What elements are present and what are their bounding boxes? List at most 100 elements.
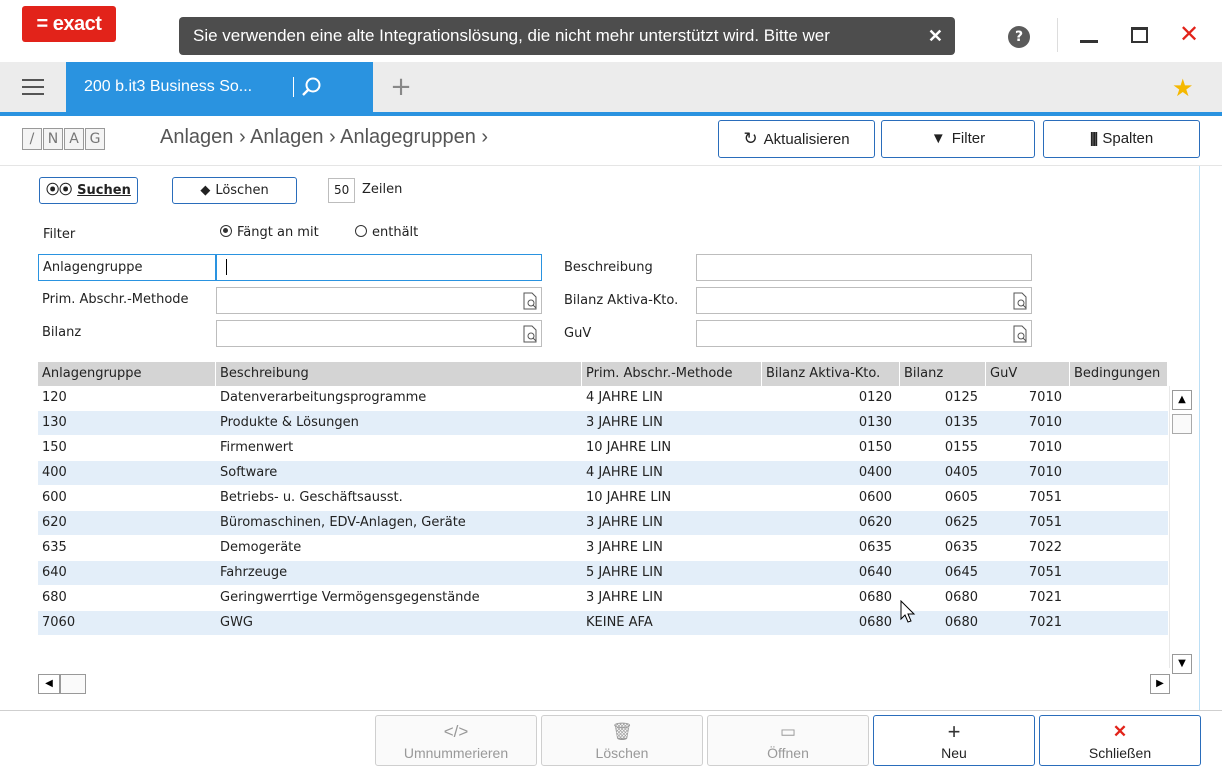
title-bar: = exact Sie verwenden eine alte Integrat…	[0, 0, 1222, 60]
breadcrumb-bar: / N A G Anlagen › Anlagen › Anlagegruppe…	[0, 116, 1222, 166]
table-cell: 0135	[944, 415, 978, 430]
menu-icon[interactable]	[22, 79, 44, 95]
hscroll-thumb[interactable]	[60, 674, 86, 694]
table-cell: 7010	[1028, 440, 1062, 455]
group-input[interactable]	[216, 254, 542, 281]
open-button[interactable]: ▭ Öffnen	[707, 715, 869, 766]
key-g[interactable]: G	[85, 128, 105, 150]
columns-button[interactable]: ||| Spalten	[1043, 120, 1200, 158]
tab-company[interactable]: 200 b.it3 Business So...	[66, 62, 373, 112]
method-input[interactable]	[216, 287, 542, 314]
table-row[interactable]: 600 Betriebs- u. Geschäftsausst. 10 JAHRE …	[38, 486, 1168, 510]
scroll-down-icon[interactable]: ▼	[1172, 654, 1192, 674]
scroll-right-icon[interactable]: ▶	[1150, 674, 1170, 694]
add-tab-button[interactable]: +	[386, 72, 416, 102]
text-cursor	[226, 259, 227, 275]
table-cell: 0635	[858, 540, 892, 555]
balance-input[interactable]	[216, 320, 542, 347]
lookup-icon[interactable]	[522, 292, 538, 310]
filter-button[interactable]: ▼ Filter	[881, 120, 1035, 158]
table-row[interactable]: 7060 GWG KEINE AFA 0680 0680 7021	[38, 611, 1168, 635]
table-header: Anlagengruppe Beschreibung Prim. Abschr.…	[38, 362, 1196, 386]
delete-button[interactable]: 🗑 Löschen	[541, 715, 703, 766]
table-cell	[1070, 486, 1168, 510]
table-cell: 3 JAHRE LIN	[586, 540, 663, 555]
table-row[interactable]: 400 Software 4 JAHRE LIN 0400 0405 7010	[38, 461, 1168, 485]
col-header-group[interactable]: Anlagengruppe	[38, 362, 216, 386]
notice-text: Sie verwenden eine alte Integrationslösu…	[193, 26, 830, 45]
search-button[interactable]: ⦿⦿ Suchen	[39, 177, 138, 204]
table-row[interactable]: 620 Büromaschinen, EDV-Anlagen, Geräte 3 J…	[38, 511, 1168, 535]
col-header-asset-account[interactable]: Bilanz Aktiva-Kto.	[762, 362, 900, 386]
table-cell: Demogeräte	[220, 540, 302, 555]
table-row[interactable]: 130 Produkte & Lösungen 3 JAHRE LIN 0130 013…	[38, 411, 1168, 435]
radio-starts-with[interactable]: Fängt an mit	[220, 225, 319, 240]
maximize-icon[interactable]	[1131, 27, 1148, 43]
horizontal-scrollbar[interactable]: ◀ ▶	[38, 672, 1194, 694]
key-n[interactable]: N	[43, 128, 63, 150]
table-cell: 0405	[944, 465, 978, 480]
table-cell: 7060	[42, 615, 76, 630]
refresh-button[interactable]: ↻ Aktualisieren	[718, 120, 875, 158]
clear-button[interactable]: ◆ Löschen	[172, 177, 297, 204]
scroll-up-icon[interactable]: ▲	[1172, 390, 1192, 410]
refresh-icon: ↻	[743, 129, 758, 148]
rows-count-field[interactable]: 50	[328, 178, 355, 203]
lookup-icon[interactable]	[1012, 325, 1028, 343]
vertical-scrollbar[interactable]: ▲ ▼	[1169, 386, 1194, 674]
description-input[interactable]	[696, 254, 1032, 281]
col-header-description[interactable]: Beschreibung	[216, 362, 582, 386]
window-close-icon[interactable]: ✕	[1179, 22, 1199, 46]
shortcut-keys: / N A G	[22, 128, 106, 150]
lookup-icon[interactable]	[1012, 292, 1028, 310]
delete-label: Löschen	[595, 745, 649, 761]
close-button[interactable]: ✕ Schließen	[1039, 715, 1201, 766]
table-row[interactable]: 120 Datenverarbeitungsprogramme 4 JAHRE LI…	[38, 386, 1168, 410]
window-divider	[1057, 18, 1058, 52]
col-header-method[interactable]: Prim. Abschr.-Methode	[582, 362, 762, 386]
pl-input[interactable]	[696, 320, 1032, 347]
help-icon[interactable]: ?	[1008, 26, 1030, 48]
new-button[interactable]: + Neu	[873, 715, 1035, 766]
table-cell: 7021	[1028, 615, 1062, 630]
radio-contains-dot	[355, 225, 367, 237]
col-header-pl[interactable]: GuV	[986, 362, 1070, 386]
table-cell: Fahrzeuge	[220, 565, 288, 580]
search-icon[interactable]	[300, 76, 322, 98]
scroll-thumb[interactable]	[1172, 414, 1192, 434]
scroll-left-icon[interactable]: ◀	[38, 674, 60, 694]
table-row[interactable]: 635 Demogeräte 3 JAHRE LIN 0635 0635 7022	[38, 536, 1168, 560]
action-bar: </> Umnummerieren 🗑 Löschen ▭ Öffnen + N…	[0, 710, 1222, 775]
mouse-pointer-icon	[900, 600, 916, 623]
col-header-balance[interactable]: Bilanz	[900, 362, 986, 386]
radio-contains[interactable]: enthält	[355, 225, 418, 240]
refresh-label: Aktualisieren	[763, 131, 850, 148]
minimize-icon[interactable]	[1080, 40, 1098, 43]
table-cell: 10 JAHRE LIN	[586, 490, 672, 505]
table-cell	[1070, 436, 1168, 460]
key-a[interactable]: A	[64, 128, 84, 150]
table-cell: 0680	[858, 615, 892, 630]
renumber-label: Umnummerieren	[403, 745, 509, 761]
table-cell	[1070, 511, 1168, 535]
favorite-star-icon[interactable]: ★	[1172, 74, 1194, 102]
table-cell: 0125	[944, 390, 978, 405]
table-row[interactable]: 680 Geringwerrtige Vermögensgegenstände 3 …	[38, 586, 1168, 610]
table-cell: 3 JAHRE LIN	[586, 590, 663, 605]
table-cell: 7051	[1028, 515, 1062, 530]
asset-account-input[interactable]	[696, 287, 1032, 314]
code-icon: </>	[443, 722, 469, 741]
lookup-icon[interactable]	[522, 325, 538, 343]
table-cell: 0620	[858, 515, 892, 530]
key-slash[interactable]: /	[22, 128, 42, 150]
notice-close-icon[interactable]: ✕	[928, 17, 943, 55]
table-cell: 0605	[944, 490, 978, 505]
table-cell	[1070, 611, 1168, 635]
table-cell: 7010	[1028, 465, 1062, 480]
content-panel: ⦿⦿ Suchen ◆ Löschen 50 Zeilen Filter Fängt…	[22, 166, 1200, 710]
table-row[interactable]: 640 Fahrzeuge 5 JAHRE LIN 0640 0645 7051	[38, 561, 1168, 585]
renumber-button[interactable]: </> Umnummerieren	[375, 715, 537, 766]
table-row[interactable]: 150 Firmenwert 10 JAHRE LIN 0150 0155 7010	[38, 436, 1168, 460]
col-header-conditions[interactable]: Bedingungen	[1070, 362, 1168, 386]
table-cell: 600	[42, 490, 67, 505]
